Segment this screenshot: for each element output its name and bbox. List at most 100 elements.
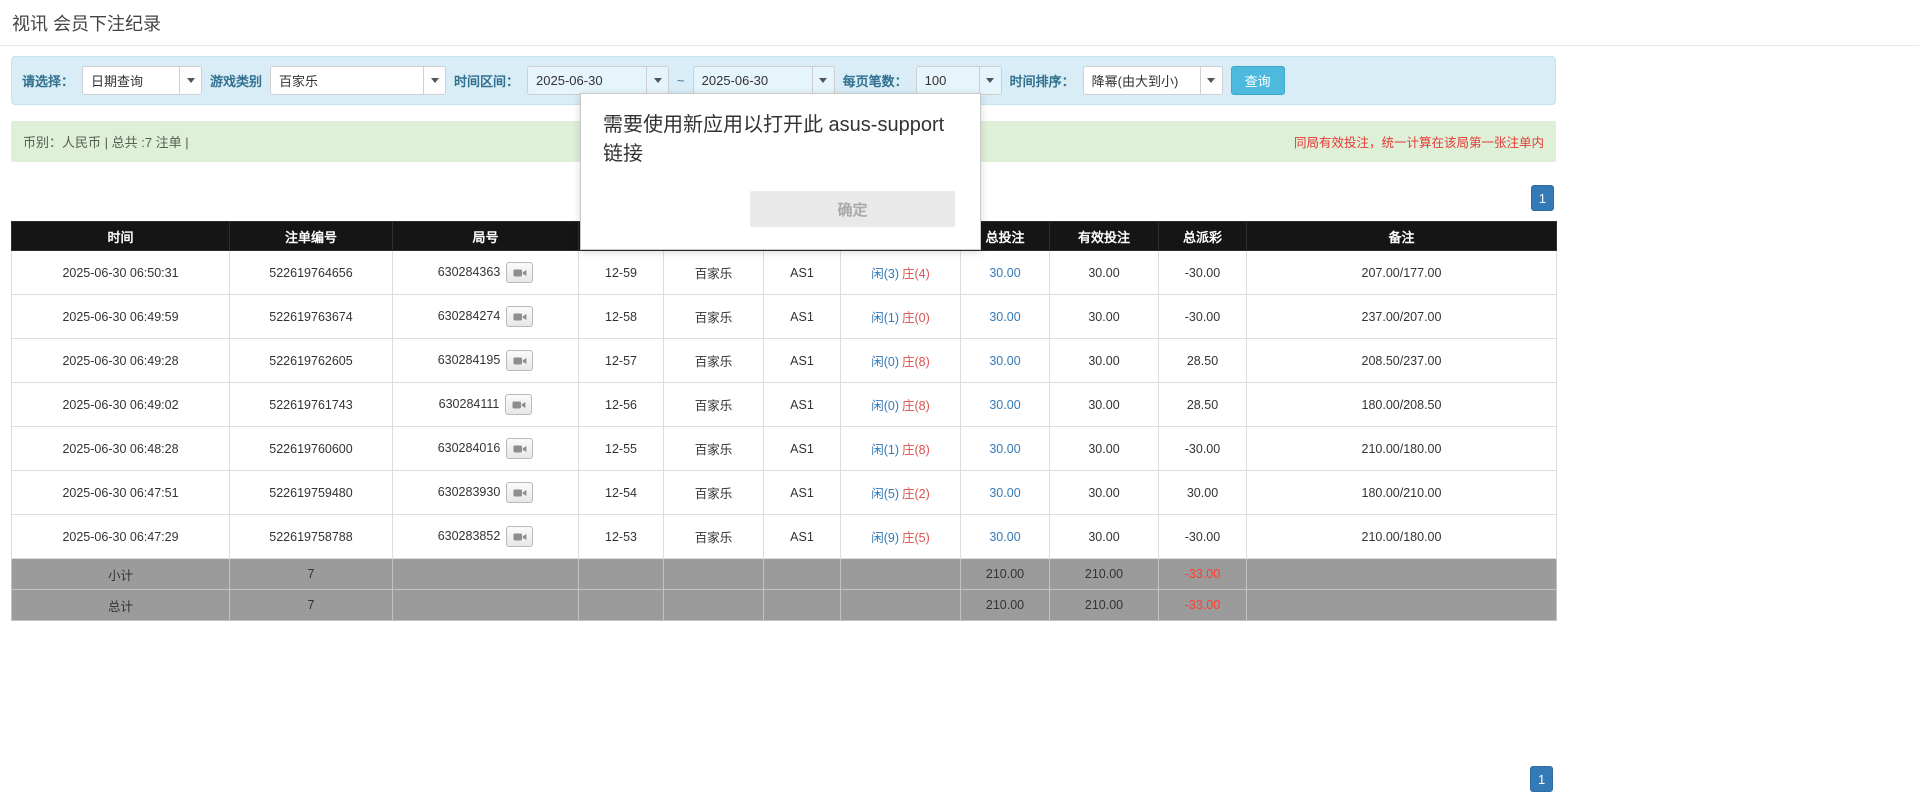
result-banker: 庄(0): [902, 311, 930, 325]
result-player: 闲(1): [871, 443, 899, 457]
cell-round-no: 630284016: [393, 427, 579, 471]
cell-session: 12-57: [579, 339, 664, 383]
chevron-down-icon[interactable]: [1200, 67, 1222, 94]
cell-result: 闲(0)庄(8): [841, 339, 961, 383]
col-remark: 备注: [1247, 222, 1557, 251]
page-1-button-bottom[interactable]: 1: [1530, 766, 1553, 792]
cell-total-bet: 30.00: [961, 339, 1050, 383]
cell-time: 2025-06-30 06:47:29: [12, 515, 230, 559]
col-payout: 总派彩: [1159, 222, 1247, 251]
cell-remark: 180.00/210.00: [1247, 471, 1557, 515]
cell-game: 百家乐: [664, 251, 764, 295]
video-replay-button[interactable]: [506, 526, 533, 547]
table-row: 2025-06-30 06:47:51 522619759480 6302839…: [12, 471, 1557, 515]
cell-valid-bet: 30.00: [1050, 295, 1159, 339]
cell-time: 2025-06-30 06:49:59: [12, 295, 230, 339]
summary-payout: -33.00: [1159, 590, 1247, 621]
summary-total-bet: 210.00: [961, 590, 1050, 621]
result-player: 闲(5): [871, 487, 899, 501]
cell-payout: -30.00: [1159, 515, 1247, 559]
chevron-down-icon[interactable]: [979, 67, 1001, 94]
cell-order-no: 522619761743: [230, 383, 393, 427]
open-app-dialog: 需要使用新应用以打开此 asus-support 链接 确定: [580, 93, 981, 250]
result-player: 闲(9): [871, 531, 899, 545]
video-replay-icon: [513, 487, 527, 499]
total-bet-link[interactable]: 30.00: [989, 266, 1020, 280]
cell-total-bet: 30.00: [961, 471, 1050, 515]
total-bet-link[interactable]: 30.00: [989, 310, 1020, 324]
video-replay-button[interactable]: [506, 262, 533, 283]
sort-select[interactable]: 降幂(由大到小): [1083, 66, 1223, 95]
cell-order-no: 522619759480: [230, 471, 393, 515]
summary-row: 小计 7 210.00 210.00 -33.00: [12, 559, 1557, 590]
cell-total-bet: 30.00: [961, 251, 1050, 295]
summary-empty: [393, 559, 579, 590]
game-type-label: 游戏类别: [210, 71, 262, 90]
cell-session: 12-54: [579, 471, 664, 515]
per-page-input[interactable]: 100: [916, 66, 1002, 95]
cell-session: 12-56: [579, 383, 664, 427]
select-label: 请选择：: [22, 71, 74, 90]
video-replay-button[interactable]: [506, 438, 533, 459]
cell-order-no: 522619764656: [230, 251, 393, 295]
summary-empty: [1247, 590, 1557, 621]
result-banker: 庄(5): [902, 531, 930, 545]
cell-table: AS1: [764, 471, 841, 515]
cell-order-no: 522619758788: [230, 515, 393, 559]
cell-game: 百家乐: [664, 471, 764, 515]
total-bet-link[interactable]: 30.00: [989, 354, 1020, 368]
cell-game: 百家乐: [664, 515, 764, 559]
total-bet-link[interactable]: 30.00: [989, 442, 1020, 456]
cell-time: 2025-06-30 06:49:28: [12, 339, 230, 383]
search-button[interactable]: 查询: [1231, 66, 1285, 95]
video-replay-icon: [513, 267, 527, 279]
game-type-select[interactable]: 百家乐: [270, 66, 446, 95]
date-to-input[interactable]: 2025-06-30: [693, 66, 835, 95]
cell-total-bet: 30.00: [961, 515, 1050, 559]
summary-valid-bet: 210.00: [1050, 559, 1159, 590]
round-no-text: 630284016: [438, 441, 501, 455]
cell-payout: 30.00: [1159, 471, 1247, 515]
video-replay-button[interactable]: [506, 306, 533, 327]
summary-count: 7: [230, 590, 393, 621]
cell-time: 2025-06-30 06:50:31: [12, 251, 230, 295]
video-replay-button[interactable]: [505, 394, 532, 415]
summary-valid-bet: 210.00: [1050, 590, 1159, 621]
chevron-down-icon[interactable]: [812, 67, 834, 94]
summary-empty: [664, 590, 764, 621]
currency-summary: 币别：人民币 | 总共 :7 注单 |: [23, 132, 189, 151]
cell-payout: -30.00: [1159, 427, 1247, 471]
sort-value: 降幂(由大到小): [1084, 67, 1200, 94]
cell-payout: 28.50: [1159, 339, 1247, 383]
summary-count: 7: [230, 559, 393, 590]
cell-remark: 207.00/177.00: [1247, 251, 1557, 295]
video-replay-button[interactable]: [506, 482, 533, 503]
round-no-text: 630284195: [438, 353, 501, 367]
date-from-value: 2025-06-30: [528, 67, 646, 94]
dialog-confirm-button[interactable]: 确定: [750, 191, 955, 227]
chevron-down-icon[interactable]: [646, 67, 668, 94]
cell-table: AS1: [764, 251, 841, 295]
page-1-button[interactable]: 1: [1531, 185, 1554, 211]
chevron-down-icon[interactable]: [423, 67, 445, 94]
video-replay-button[interactable]: [506, 350, 533, 371]
col-time: 时间: [12, 222, 230, 251]
total-bet-link[interactable]: 30.00: [989, 398, 1020, 412]
date-mode-select[interactable]: 日期查询: [82, 66, 202, 95]
cell-order-no: 522619760600: [230, 427, 393, 471]
cell-table: AS1: [764, 339, 841, 383]
cell-round-no: 630284111: [393, 383, 579, 427]
cell-valid-bet: 30.00: [1050, 515, 1159, 559]
cell-time: 2025-06-30 06:49:02: [12, 383, 230, 427]
total-bet-link[interactable]: 30.00: [989, 486, 1020, 500]
cell-session: 12-59: [579, 251, 664, 295]
date-from-input[interactable]: 2025-06-30: [527, 66, 669, 95]
cell-round-no: 630284274: [393, 295, 579, 339]
cell-remark: 180.00/208.50: [1247, 383, 1557, 427]
cell-valid-bet: 30.00: [1050, 251, 1159, 295]
summary-empty: [841, 590, 961, 621]
cell-table: AS1: [764, 515, 841, 559]
total-bet-link[interactable]: 30.00: [989, 530, 1020, 544]
cell-result: 闲(5)庄(2): [841, 471, 961, 515]
chevron-down-icon[interactable]: [179, 67, 201, 94]
